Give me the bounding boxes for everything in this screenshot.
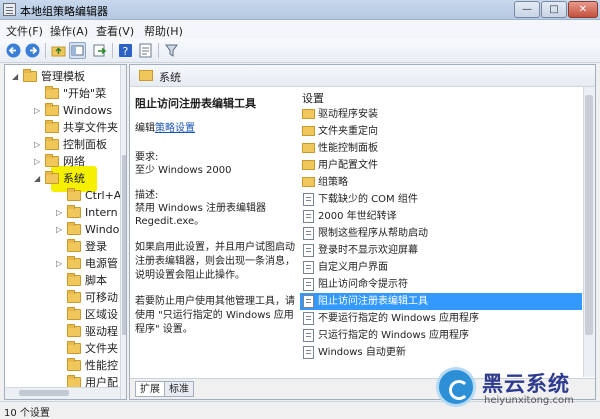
description-line: 禁用 Windows 注册表编辑器 [135, 203, 266, 214]
tab-extended[interactable]: 扩展 [135, 381, 165, 397]
requirement-label: 要求: [135, 152, 159, 163]
minimize-button[interactable]: — [514, 1, 540, 18]
setting-label: 阻止访问命令提示符 [318, 279, 408, 290]
policy-setting-icon [303, 312, 314, 325]
menu-bar: 文件(F) 操作(A) 查看(V) 帮助(H) [0, 20, 600, 39]
setting-label: 下载缺少的 COM 组件 [318, 194, 418, 205]
folder-icon [302, 109, 315, 119]
policy-editor-icon [3, 3, 16, 16]
menu-help[interactable]: 帮助(H) [144, 23, 183, 39]
watermark-brand: 黑云系统 [482, 372, 570, 396]
policy-setting-icon [303, 261, 314, 274]
policy-setting-row[interactable]: 自定义用户界面 [300, 259, 582, 276]
settings-folder-row[interactable]: 文件夹重定向 [300, 123, 582, 140]
description-line: 注册表编辑器，则会出现一条消息， [135, 256, 295, 267]
description-line: 使用 "只运行指定的 Windows 应用 [135, 310, 294, 321]
setting-label: 只运行指定的 Windows 应用程序 [318, 330, 469, 341]
policy-setting-row[interactable]: 下载缺少的 COM 组件 [300, 191, 582, 208]
edit-policy-link[interactable]: 策略设置 [155, 123, 195, 134]
back-icon[interactable] [5, 42, 22, 59]
policy-setting-icon [303, 210, 314, 223]
edit-prefix: 编辑 [135, 123, 155, 134]
folder-icon [302, 177, 315, 187]
policy-setting-icon [303, 193, 314, 206]
setting-label: 2000 年世纪转译 [318, 211, 397, 222]
filter-icon[interactable] [163, 42, 180, 59]
policy-setting-row[interactable]: 阻止访问注册表编辑工具 [300, 293, 582, 310]
setting-label: 驱动程序安装 [318, 109, 378, 120]
view-icon[interactable] [69, 42, 86, 59]
policy-setting-icon [303, 346, 314, 359]
details-header-title: 系统 [159, 71, 181, 84]
watermark-logo [436, 367, 476, 407]
policy-setting-row[interactable]: 阻止访问命令提示符 [300, 276, 582, 293]
folder-icon [139, 70, 153, 81]
policy-setting-row[interactable]: 只运行指定的 Windows 应用程序 [300, 327, 582, 344]
policy-setting-icon [303, 278, 314, 291]
up-folder-icon[interactable] [50, 42, 67, 59]
export-icon[interactable] [91, 42, 108, 59]
setting-label: 组策略 [318, 177, 348, 188]
title-bar: 本地组策略编辑器 — □ ✕ [0, 0, 600, 20]
policy-setting-icon [303, 329, 314, 342]
toolbar: ? [0, 39, 600, 63]
folder-icon [302, 126, 315, 136]
setting-label: 性能控制面板 [318, 143, 378, 154]
settings-folder-row[interactable]: 用户配置文件 [300, 157, 582, 174]
settings-scroll-thumb[interactable] [585, 95, 593, 335]
settings-folder-row[interactable]: 性能控制面板 [300, 140, 582, 157]
description-line: Regedit.exe。 [135, 216, 205, 227]
policy-title: 阻止访问注册表编辑工具 [135, 97, 256, 110]
watermark-url: heiyunxitong.com [484, 395, 574, 406]
policy-setting-row[interactable]: 2000 年世纪转译 [300, 208, 582, 225]
window-title: 本地组策略编辑器 [20, 5, 108, 18]
requirement-value: 至少 Windows 2000 [135, 165, 232, 176]
setting-label: 登录时不显示欢迎屏幕 [318, 245, 418, 256]
forward-icon[interactable] [24, 42, 41, 59]
policy-setting-row[interactable]: Windows 自动更新 [300, 344, 582, 361]
description-line: 程序" 设置。 [135, 324, 193, 335]
setting-label: 限制这些程序从帮助启动 [318, 228, 428, 239]
setting-label: 不要运行指定的 Windows 应用程序 [318, 313, 479, 324]
settings-folder-row[interactable]: 驱动程序安装 [300, 106, 582, 123]
description-line: 说明设置会阻止此操作。 [135, 270, 245, 281]
folder-icon [302, 143, 315, 153]
help-icon[interactable]: ? [117, 42, 134, 59]
setting-label: 用户配置文件 [318, 160, 378, 171]
policy-setting-icon [303, 227, 314, 240]
svg-text:?: ? [123, 45, 129, 58]
policy-setting-row[interactable]: 不要运行指定的 Windows 应用程序 [300, 310, 582, 327]
details-pane: 系统 阻止访问注册表编辑工具 编辑策略设置 要求: 至少 Windows 200… [129, 64, 596, 400]
description-line: 如果启用此设置，并且用户试图启动 [135, 242, 295, 253]
description-line: 若要防止用户使用其他管理工具，请 [135, 296, 295, 307]
policy-setting-row[interactable]: 登录时不显示欢迎屏幕 [300, 242, 582, 259]
edit-policy-line: 编辑策略设置 [135, 122, 295, 135]
maximize-button[interactable]: □ [541, 1, 567, 18]
folder-icon [302, 160, 315, 170]
setting-label: 阻止访问注册表编辑工具 [318, 296, 428, 307]
policy-setting-icon [303, 244, 314, 257]
settings-column-header[interactable]: 设置 [302, 90, 324, 106]
policy-setting-row[interactable]: 限制这些程序从帮助启动 [300, 225, 582, 242]
menu-action[interactable]: 操作(A) [50, 23, 88, 39]
menu-view[interactable]: 查看(V) [96, 23, 134, 39]
tab-standard[interactable]: 标准 [164, 381, 194, 397]
setting-label: 文件夹重定向 [318, 126, 378, 137]
setting-label: 自定义用户界面 [318, 262, 388, 273]
close-button[interactable]: ✕ [568, 1, 598, 18]
settings-folder-row[interactable]: 组策略 [300, 174, 582, 191]
details-header: 系统 [130, 65, 595, 87]
description-label: 描述: [135, 190, 159, 201]
setting-label: Windows 自动更新 [318, 347, 406, 358]
menu-file[interactable]: 文件(F) [6, 23, 43, 39]
properties-icon[interactable] [137, 42, 154, 59]
policy-setting-icon [303, 295, 314, 308]
